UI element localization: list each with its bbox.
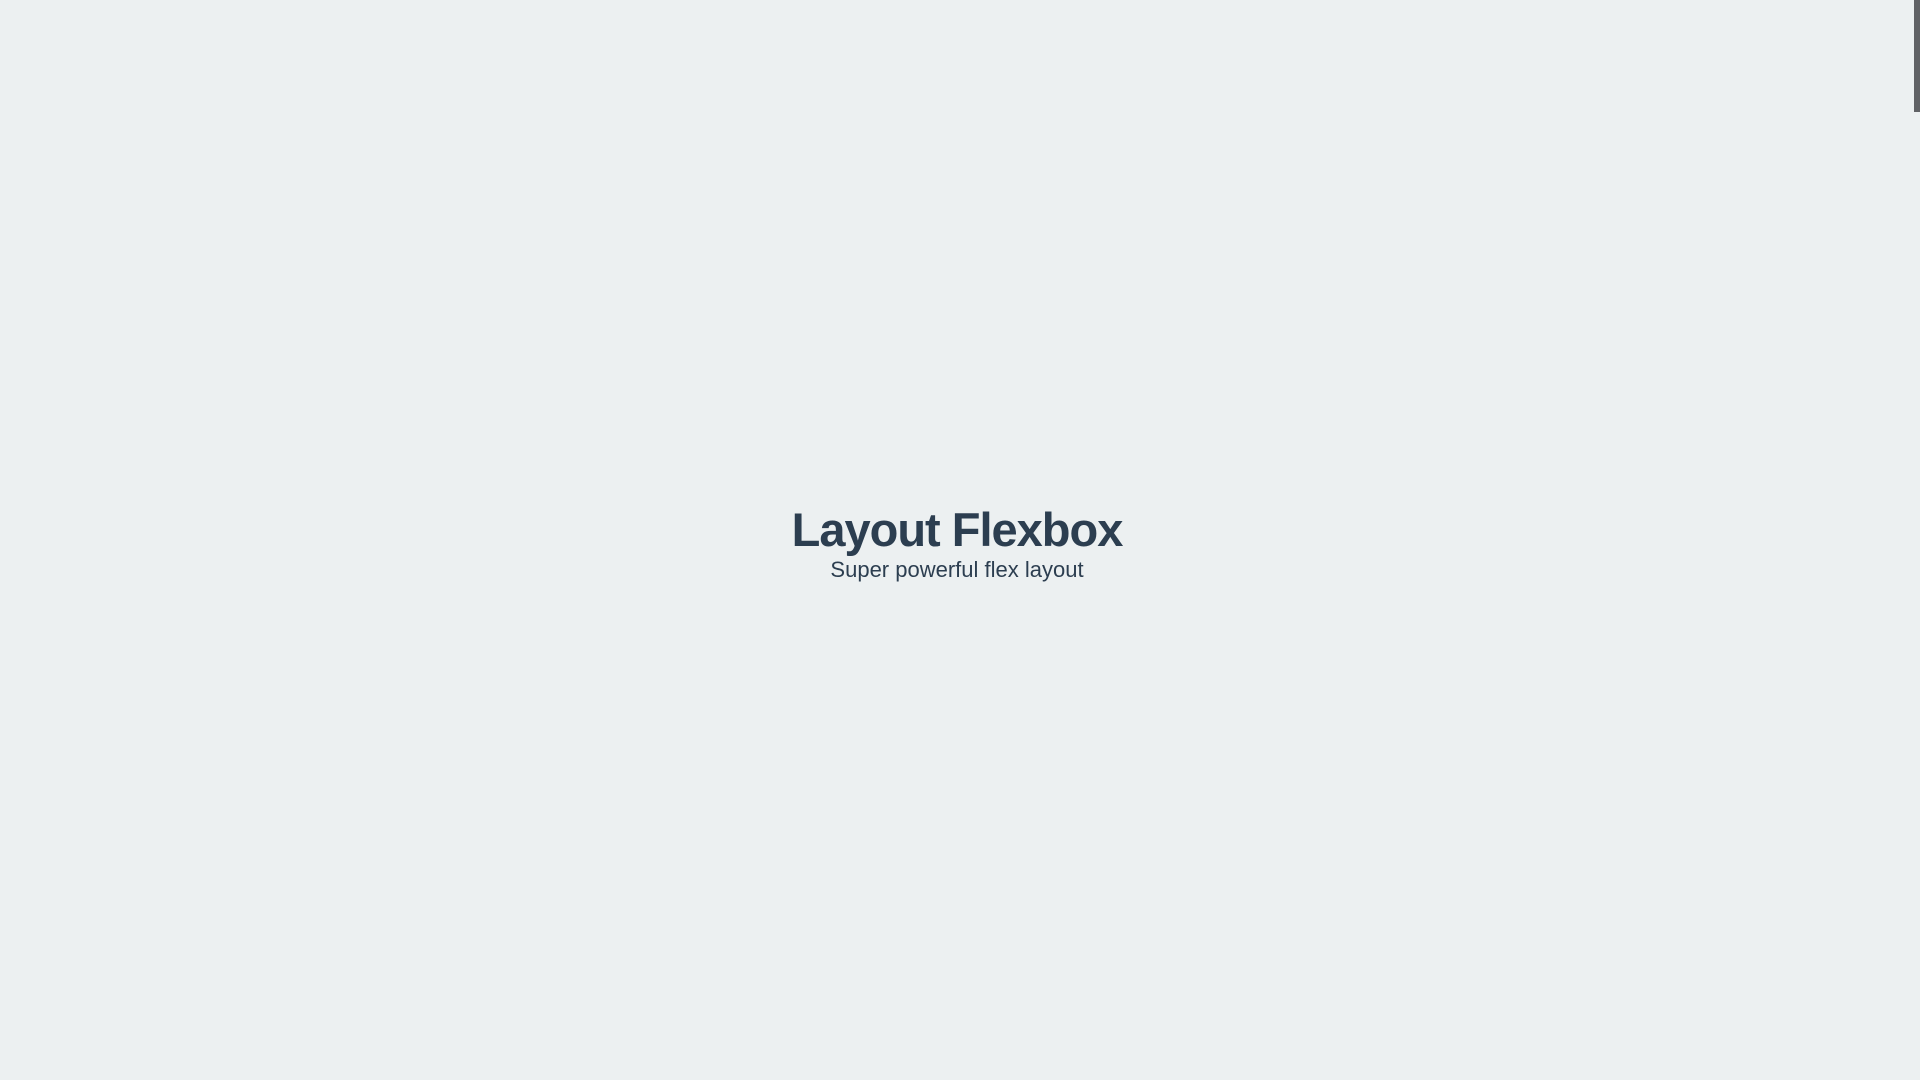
vertical-scrollbar[interactable]: [1914, 0, 1920, 1080]
page-viewport: Layout Flexbox Super powerful flex layou…: [0, 0, 1914, 1080]
page-title: Layout Flexbox: [791, 502, 1124, 556]
hero-section: Layout Flexbox Super powerful flex layou…: [791, 502, 1124, 585]
page-subtitle: Super powerful flex layout: [830, 556, 1084, 582]
scrollbar-thumb[interactable]: [1914, 0, 1920, 112]
